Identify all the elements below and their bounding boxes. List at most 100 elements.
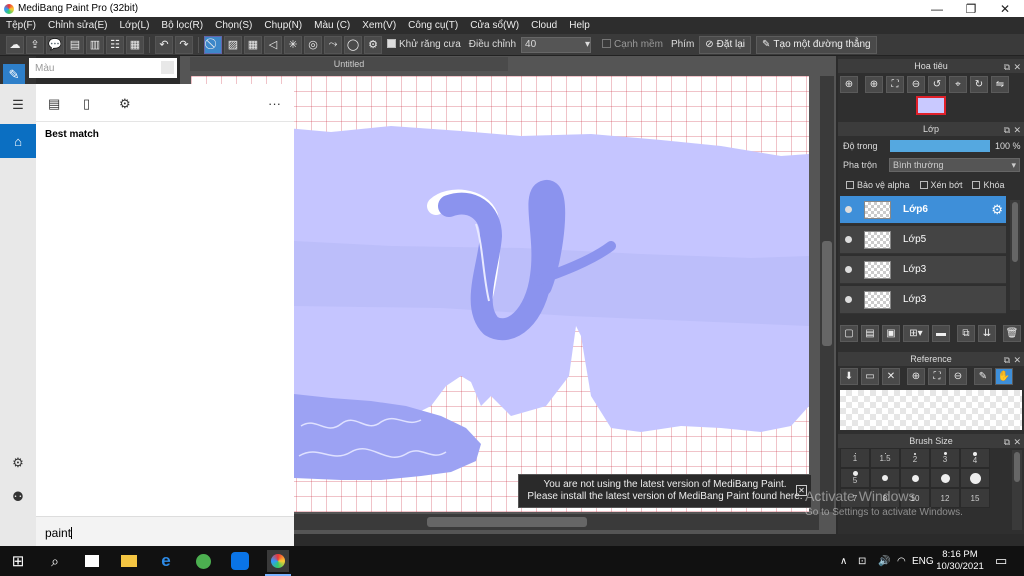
search-icon[interactable]: ⌕ (45, 551, 65, 571)
zoom-in-icon[interactable]: ⊕ (907, 368, 925, 385)
fit-icon[interactable]: ⛶ (886, 76, 904, 93)
network-icon[interactable]: ⊡ (858, 546, 866, 576)
close-button[interactable]: ✕ (988, 0, 1022, 17)
cloud-icon[interactable]: ☁ (6, 35, 24, 54)
duplicate-layer-icon[interactable]: ⧉ (957, 325, 975, 342)
windows-start-icon[interactable]: ⊞ (8, 551, 28, 571)
parallel-snap-icon[interactable]: ▨ (224, 35, 242, 54)
hand-icon[interactable]: ✋ (995, 368, 1013, 385)
gear-icon[interactable]: ⚙ (991, 202, 1003, 218)
brush-size-cell[interactable] (900, 468, 930, 488)
reset-view-icon[interactable]: ⌖ (949, 76, 967, 93)
concentric-snap-icon[interactable]: ◎ (304, 35, 322, 54)
grid-icon[interactable]: ▦ (126, 35, 144, 54)
adjust-select[interactable]: 40 ▾ (521, 36, 592, 53)
store-icon[interactable] (82, 551, 102, 571)
maximize-button[interactable]: ❐ (954, 0, 988, 17)
home-icon[interactable]: ⌂ (0, 124, 36, 158)
brush-size-cell[interactable] (870, 468, 900, 488)
blend-mode-select[interactable]: Bình thường ▾ (889, 158, 1020, 172)
document-icon[interactable]: ▥ (86, 35, 104, 54)
menu-cloud[interactable]: Cloud (531, 20, 557, 31)
undock-icon[interactable]: ⧉ (1004, 353, 1010, 367)
user-icon[interactable]: ⚉ (9, 488, 27, 506)
menu-help[interactable]: Help (569, 20, 590, 31)
circle-snap-icon[interactable]: ◯ (344, 35, 362, 54)
settings-scope-icon[interactable]: ⚙ (119, 96, 131, 112)
brush-size-cell[interactable]: 12 (930, 488, 960, 508)
zoom-out-icon[interactable]: ⊖ (949, 368, 967, 385)
notice-line-2[interactable]: Please install the latest version of Med… (519, 491, 811, 503)
undock-icon[interactable]: ⧉ (1004, 435, 1010, 449)
brush-size-scrollbar[interactable] (1012, 450, 1022, 530)
layer-item[interactable]: Lớp6 ⚙ (840, 196, 1006, 224)
fit-icon[interactable]: ⛶ (928, 368, 946, 385)
flip-icon[interactable]: ⇋ (991, 76, 1009, 93)
brush-size-cell[interactable]: 4 (960, 448, 990, 468)
menu-color[interactable]: Màu (C) (314, 20, 350, 31)
no-snap-icon[interactable]: ⃠ (204, 35, 222, 54)
hamburger-icon[interactable]: ☰ (9, 96, 27, 114)
protect-alpha-checkbox[interactable]: Bảo vệ alpha (846, 180, 910, 190)
reset-button[interactable]: ⊘ Đặt lại (699, 35, 752, 54)
menu-tools[interactable]: Công cụ(T) (408, 20, 458, 31)
add-layer-menu-icon[interactable]: ⊞▾ (903, 325, 929, 342)
scroll-thumb[interactable] (822, 241, 832, 346)
search-input[interactable]: paint (36, 516, 294, 546)
panel-close-icon[interactable]: ✕ (1013, 60, 1021, 74)
new-8bit-layer-icon[interactable]: ▣ (882, 325, 900, 342)
undock-icon[interactable]: ⧉ (1004, 60, 1010, 74)
chevron-up-icon[interactable]: ∧ (840, 546, 847, 576)
brush-tool-icon[interactable]: ✎ (3, 64, 25, 86)
menu-edit[interactable]: Chỉnh sửa(E) (48, 20, 108, 31)
file-explorer-icon[interactable] (119, 551, 139, 571)
menu-file[interactable]: Tệp(F) (6, 20, 36, 31)
close-reference-icon[interactable]: ✕ (882, 368, 900, 385)
clipping-checkbox[interactable]: Xén bớt (919, 180, 962, 190)
clock[interactable]: 8:16 PM 10/30/2021 (930, 549, 990, 573)
layer-item[interactable]: Lớp5 (840, 226, 1006, 254)
vertical-scrollbar[interactable] (820, 76, 834, 512)
edge-icon[interactable]: e (156, 551, 176, 571)
delete-layer-icon[interactable]: 🗑 (1003, 325, 1021, 342)
game-icon[interactable] (193, 551, 213, 571)
undo-icon[interactable]: ↶ (155, 35, 173, 54)
menu-view[interactable]: Xem(V) (362, 20, 396, 31)
undock-icon[interactable]: ⧉ (1004, 123, 1010, 137)
rotate-left-icon[interactable]: ↺ (928, 76, 946, 93)
panel-close-icon[interactable]: ✕ (1013, 353, 1021, 367)
perspective-snap-icon[interactable]: ◁ (264, 35, 282, 54)
open-folder-icon[interactable]: ▭ (861, 368, 879, 385)
comment-icon[interactable]: 💬 (46, 35, 64, 54)
visibility-icon[interactable] (845, 236, 852, 243)
brush-size-cell[interactable]: 5 (840, 468, 870, 488)
document-tab[interactable]: Untitled (190, 57, 508, 71)
zoom-icon[interactable]: ⊕ (840, 76, 858, 93)
panel-close-icon[interactable]: ✕ (1013, 123, 1021, 137)
color-panel-close-icon[interactable] (161, 61, 174, 74)
list-icon[interactable]: ☷ (106, 35, 124, 54)
grid-snap-icon[interactable]: ▦ (244, 35, 262, 54)
upload-icon[interactable]: ⇪ (26, 35, 44, 54)
brush-size-cell[interactable] (960, 468, 990, 488)
radial-snap-icon[interactable]: ✳ (284, 35, 302, 54)
zalo-icon[interactable] (230, 551, 250, 571)
soft-edge-checkbox[interactable]: Cạnh mềm (599, 39, 666, 50)
panel-close-icon[interactable]: ✕ (1013, 435, 1021, 449)
update-notice[interactable]: You are not using the latest version of … (518, 474, 812, 508)
brush-size-cell[interactable]: 15 (960, 488, 990, 508)
minimize-button[interactable]: — (920, 0, 954, 17)
wifi-icon[interactable]: ◠ (897, 546, 906, 576)
rotate-right-icon[interactable]: ↻ (970, 76, 988, 93)
cloud-download-icon[interactable]: ⬇ (840, 368, 858, 385)
visibility-icon[interactable] (845, 266, 852, 273)
notification-icon[interactable]: ▭ (995, 546, 1007, 576)
zoom-in-icon[interactable]: ⊕ (865, 76, 883, 93)
layer-scrollbar[interactable] (1010, 200, 1020, 310)
more-options-icon[interactable]: ··· (268, 96, 281, 111)
new-halftone-layer-icon[interactable]: ▤ (861, 325, 879, 342)
menu-select[interactable]: Chọn(S) (215, 20, 252, 31)
brush-size-cell[interactable] (930, 468, 960, 488)
straight-line-button[interactable]: ✎ Tạo một đường thẳng (756, 35, 877, 54)
lock-checkbox[interactable]: Khóa (972, 180, 1005, 190)
